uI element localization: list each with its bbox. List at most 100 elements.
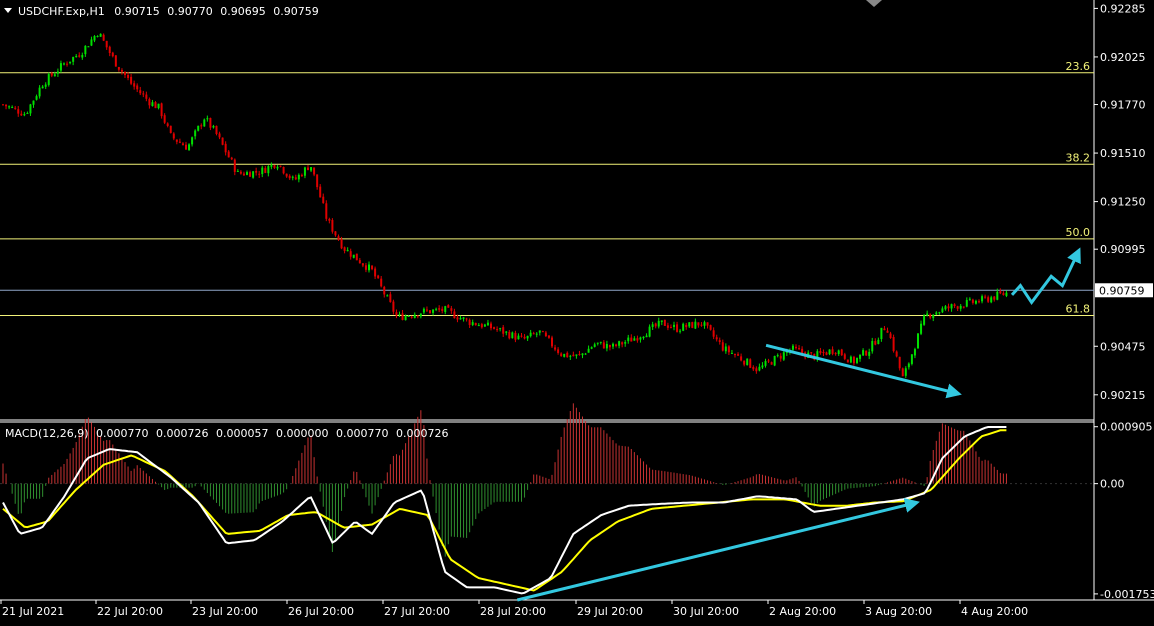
macd-tick-label: -0.001753	[1100, 588, 1154, 601]
candle	[898, 356, 901, 371]
candle	[917, 333, 919, 349]
candle-body	[727, 346, 730, 353]
candle	[874, 338, 877, 346]
candle	[81, 52, 84, 60]
candle	[624, 340, 627, 347]
candle	[971, 298, 974, 305]
candle-body	[96, 35, 99, 37]
candle	[566, 351, 569, 358]
candle	[200, 123, 203, 130]
candle-body	[197, 125, 200, 131]
candle	[313, 167, 316, 177]
candle-body	[679, 330, 682, 332]
candle	[563, 353, 566, 358]
candle-body	[599, 341, 602, 343]
candle	[343, 246, 346, 254]
candle	[114, 55, 117, 67]
candle	[331, 218, 334, 234]
candle-body	[871, 340, 874, 352]
candle-body	[776, 355, 779, 357]
candle-body	[782, 352, 785, 360]
axes: 0.92285 0.92025 0.91770 0.91510 0.91250 0.909…	[0, 2, 1154, 618]
candle	[572, 351, 575, 357]
price-tick-label: 0.91510	[1100, 147, 1146, 160]
candle-body	[105, 40, 108, 48]
candle-body	[740, 356, 743, 361]
candle	[575, 354, 578, 359]
candle	[999, 288, 1002, 295]
candle-body	[904, 368, 907, 376]
candle-body	[471, 322, 474, 325]
candle	[130, 73, 133, 86]
candle-body	[551, 337, 553, 347]
candle-body	[59, 63, 62, 71]
candle-body	[133, 83, 136, 87]
candle	[993, 296, 996, 302]
projection-zigzag-arrow	[1010, 247, 1081, 305]
candle-body	[511, 332, 514, 339]
candle	[962, 306, 965, 309]
candle-body	[374, 268, 377, 277]
candle	[868, 348, 871, 360]
candle	[517, 333, 520, 340]
candle-body	[935, 312, 938, 315]
candle	[505, 330, 508, 336]
candle	[2, 104, 4, 106]
candle-body	[252, 171, 255, 178]
candle-body	[947, 306, 950, 309]
candle	[242, 171, 245, 176]
candle-body	[910, 354, 913, 364]
candle	[346, 247, 349, 252]
candle	[660, 320, 663, 326]
candle-body	[242, 173, 245, 176]
macd-up-trend-arrow	[516, 498, 920, 602]
candle-body	[459, 318, 462, 320]
candle-body	[990, 297, 993, 303]
candle	[697, 322, 700, 328]
candle-body	[907, 363, 910, 368]
chart-menu-triangle-icon[interactable]	[4, 8, 12, 13]
candle-body	[139, 90, 142, 94]
candle	[886, 327, 889, 333]
candle	[233, 158, 236, 176]
candle-body	[795, 346, 797, 349]
candle	[694, 318, 697, 330]
candle	[764, 358, 767, 368]
candle	[59, 60, 62, 73]
candle-body	[218, 133, 221, 138]
candle-body	[486, 322, 489, 326]
candle	[11, 105, 14, 109]
candle	[532, 331, 535, 335]
candle-body	[596, 342, 599, 344]
candle	[108, 45, 111, 57]
candle	[444, 305, 447, 315]
candle	[175, 139, 178, 145]
candle	[218, 131, 221, 140]
candle-body	[419, 313, 422, 317]
chart-window[interactable]: 23.6 38.2 50.0 61.8 0.92285 0.92025 0.91770 0.…	[0, 0, 1154, 622]
candle-body	[767, 360, 770, 362]
scroll-shift-triangle-icon[interactable]	[866, 0, 882, 7]
candle	[663, 319, 666, 326]
candle	[493, 326, 496, 330]
candle	[124, 71, 126, 79]
candle	[709, 324, 712, 331]
candle	[432, 309, 435, 316]
chart-svg[interactable]: 23.638.250.061.8 0.922850.920250.917700.…	[0, 0, 1154, 622]
candle-body	[297, 174, 300, 180]
candle	[87, 46, 90, 48]
candle	[499, 327, 502, 332]
candle-body	[1005, 292, 1008, 296]
candle	[102, 33, 105, 42]
candle-body	[779, 355, 782, 359]
candle	[386, 294, 389, 297]
candle-body	[185, 144, 187, 150]
candle-body	[32, 100, 35, 105]
fib-levels: 23.6 38.2 50.0 61.8	[0, 60, 1094, 316]
candle	[178, 138, 181, 144]
candle-body	[746, 358, 749, 366]
candle	[871, 337, 874, 354]
candle-body	[50, 73, 53, 76]
candle-body	[892, 336, 895, 352]
candle-body	[29, 104, 32, 114]
